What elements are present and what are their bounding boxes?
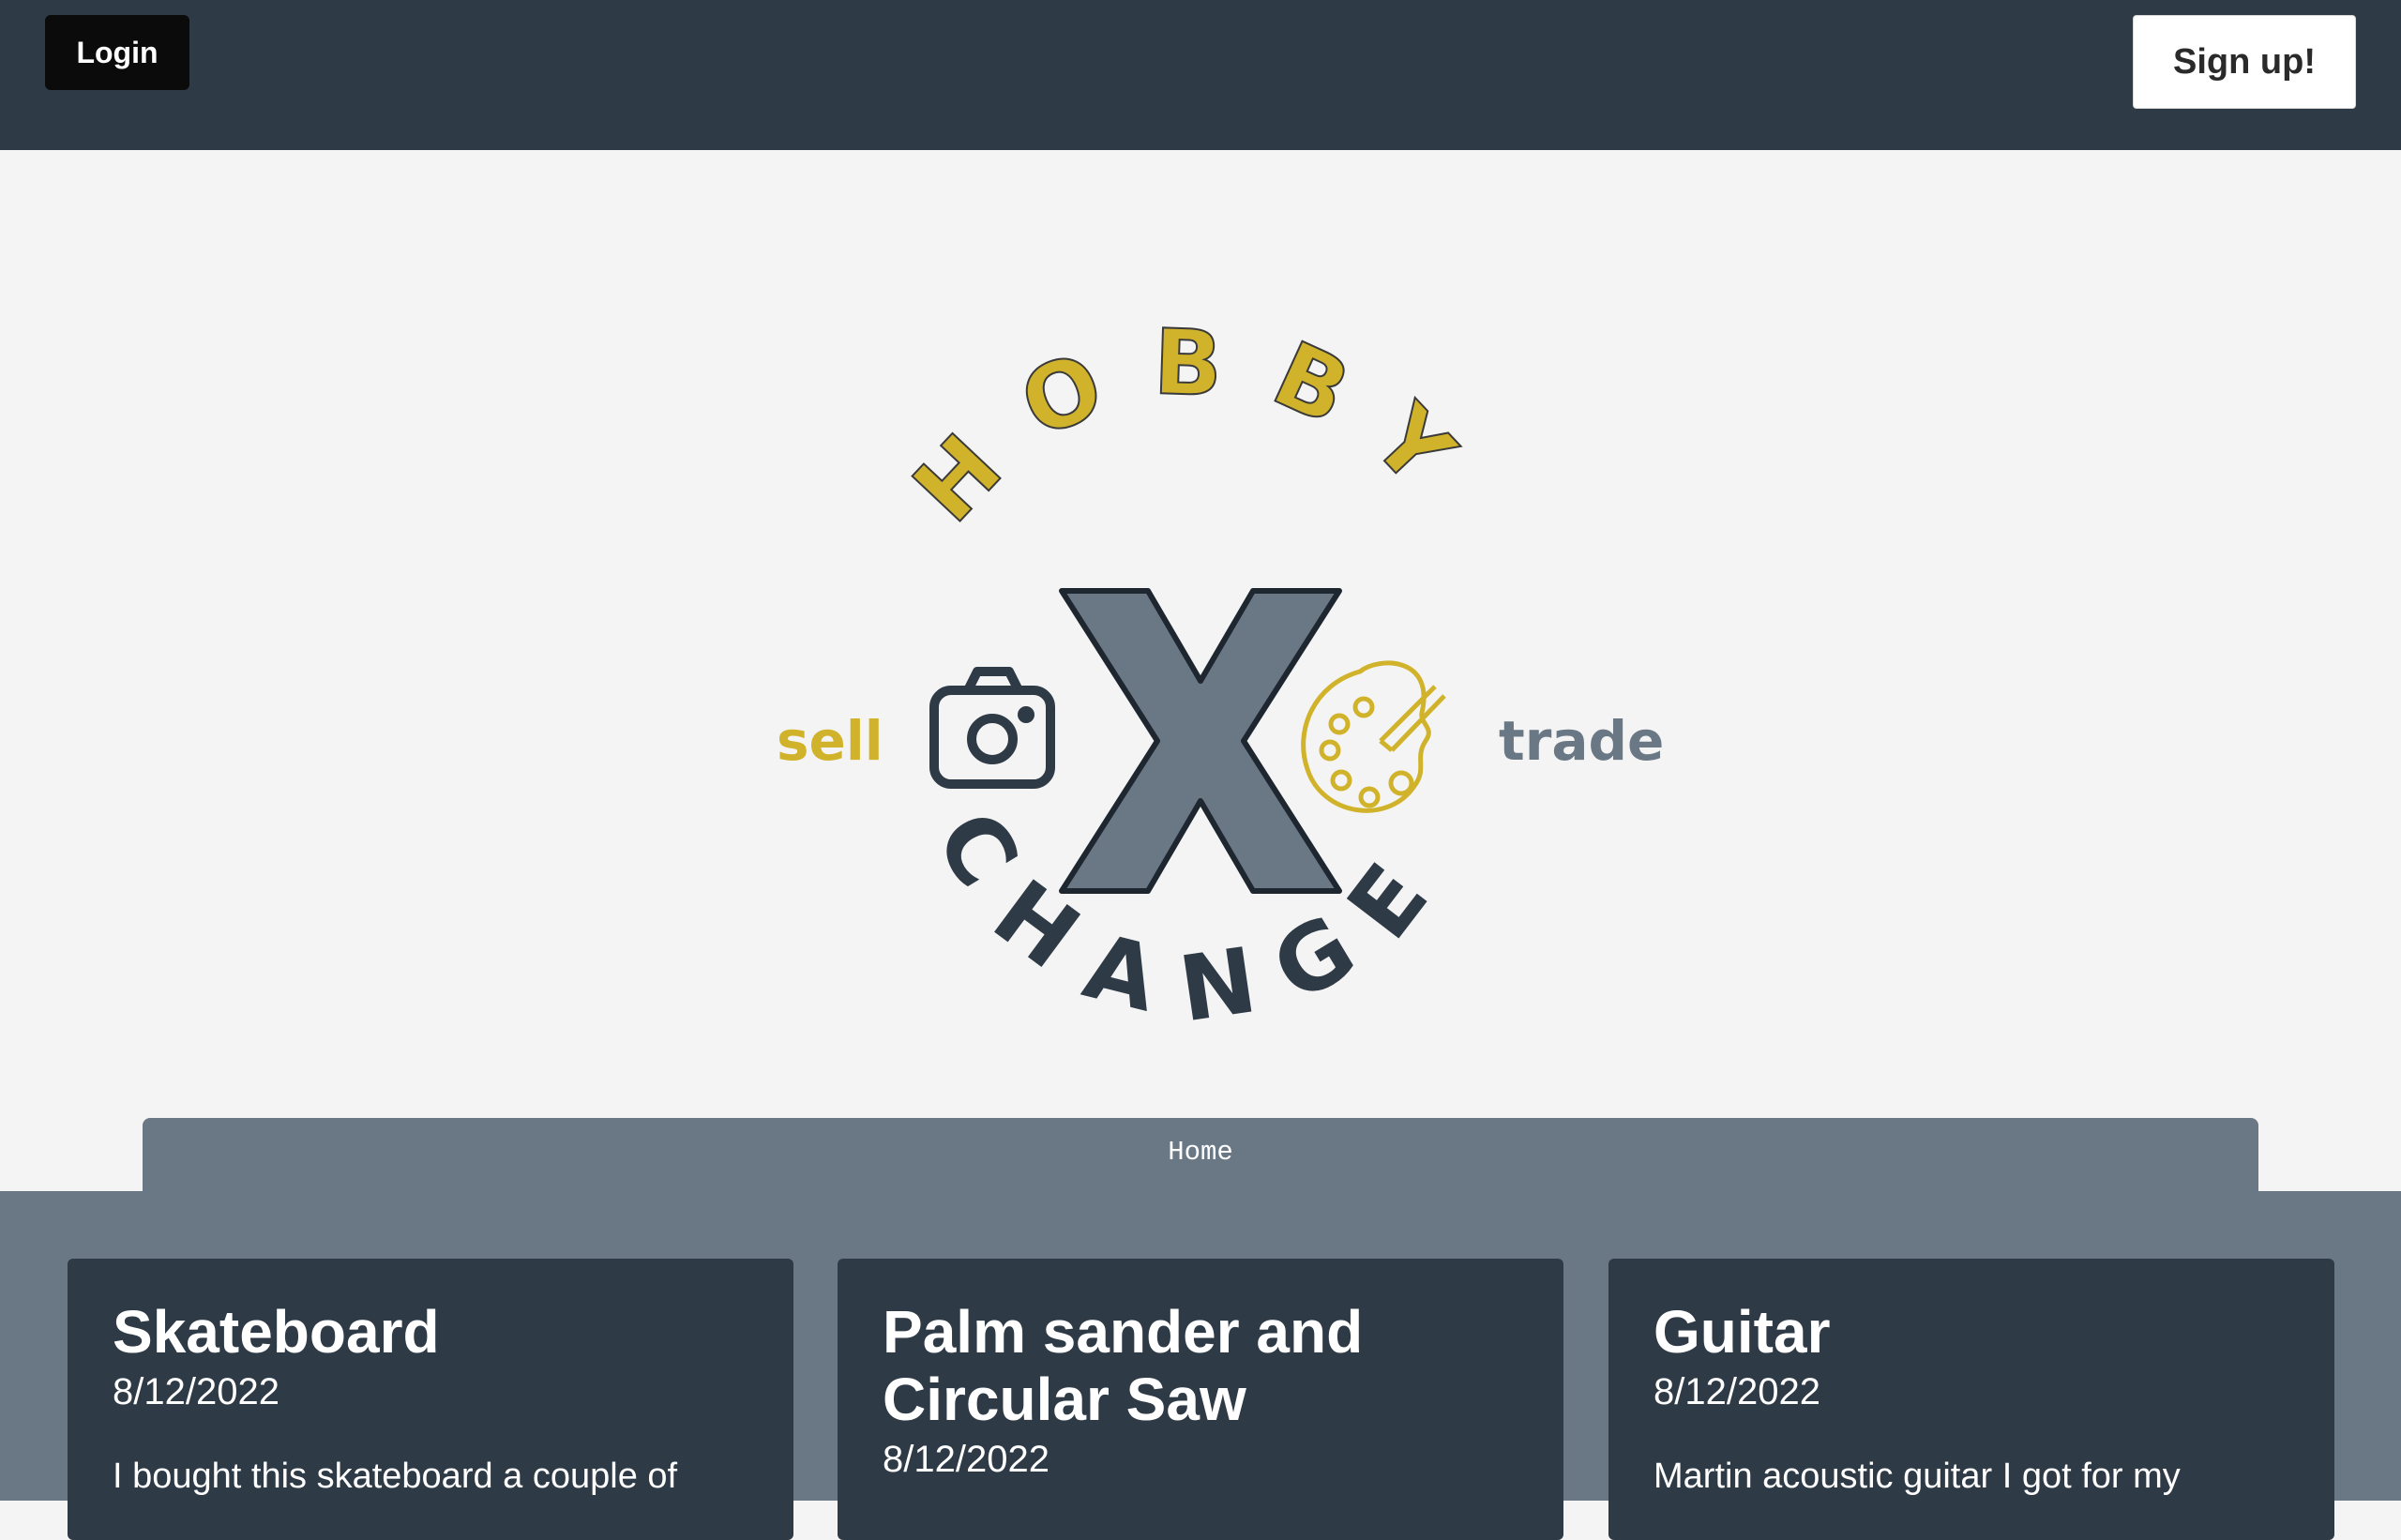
logo-word-top: HOBBY (894, 310, 1504, 542)
logo-word-sell: sell (777, 709, 883, 773)
login-button[interactable]: Login (45, 15, 189, 90)
post-date: 8/12/2022 (883, 1439, 1049, 1480)
post-title-line: Circular Saw (883, 1366, 1246, 1433)
hobbyxchange-logo: HOBBY CHANGE sell trade (777, 309, 1664, 1043)
hero-section: HOBBY CHANGE sell trade (0, 150, 2401, 1191)
camera-icon (929, 667, 1055, 789)
palette-icon (1301, 660, 1446, 813)
post-card[interactable]: Palm sander and Circular Saw 8/12/2022 (838, 1259, 1563, 1540)
logo-x-mark (1059, 588, 1342, 894)
post-title: Palm sander and Circular Saw (883, 1298, 1518, 1433)
posts-section: Skateboard 8/12/2022 I bought this skate… (0, 1191, 2401, 1540)
nav-bar: Home (143, 1118, 2258, 1193)
nav-home-link[interactable]: Home (1168, 1137, 1233, 1168)
logo-word-trade: trade (1499, 709, 1664, 773)
post-title: Guitar (1654, 1298, 1831, 1366)
post-title-line: Palm sander and (883, 1298, 1364, 1366)
signup-button[interactable]: Sign up! (2133, 15, 2356, 109)
post-excerpt: Martin acoustic guitar I got for my (1654, 1457, 2181, 1496)
post-excerpt: I bought this skateboard a couple of (113, 1457, 678, 1496)
post-date: 8/12/2022 (1654, 1371, 1820, 1412)
post-date: 8/12/2022 (113, 1371, 279, 1412)
post-card[interactable]: Skateboard 8/12/2022 I bought this skate… (68, 1259, 793, 1540)
logo-word-bottom: CHANGE (915, 793, 1472, 1043)
post-card[interactable]: Guitar 8/12/2022 Martin acoustic guitar … (1608, 1259, 2334, 1540)
post-title: Skateboard (113, 1298, 440, 1366)
top-navbar: Login Sign up! (0, 0, 2401, 150)
